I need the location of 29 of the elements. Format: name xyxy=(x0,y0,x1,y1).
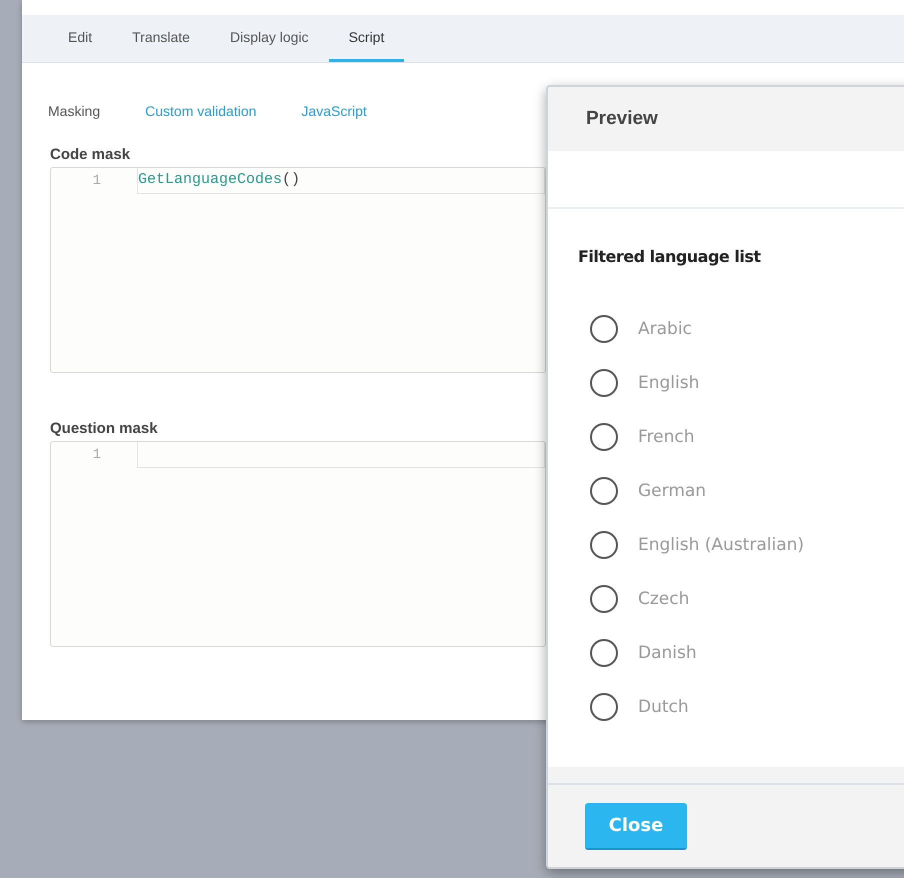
code-editor[interactable]: 1 GetLanguageCodes() xyxy=(50,167,546,373)
radio-button[interactable] xyxy=(590,369,618,397)
tab[interactable]: Display logic xyxy=(210,15,329,62)
radio-button[interactable] xyxy=(590,585,618,613)
subtab-link[interactable]: Masking xyxy=(42,103,106,119)
code-line: GetLanguageCodes() xyxy=(137,168,545,194)
line-number: 1 xyxy=(92,172,102,191)
option-label: English xyxy=(638,373,700,393)
radio-button[interactable] xyxy=(590,477,618,505)
tab[interactable]: Edit xyxy=(48,15,112,62)
field-label: Question mask xyxy=(50,419,158,439)
radio-button[interactable] xyxy=(590,423,618,451)
option-label: English (Australian) xyxy=(638,535,804,555)
option-label: Danish xyxy=(638,643,697,663)
option-label: Dutch xyxy=(638,697,689,717)
option-label: French xyxy=(638,427,695,447)
option-label: Arabic xyxy=(638,319,692,339)
radio-button[interactable] xyxy=(590,693,618,721)
option-label: Czech xyxy=(638,589,690,609)
tab[interactable]: Script xyxy=(328,15,404,62)
line-number: 1 xyxy=(92,446,102,465)
radio-button[interactable] xyxy=(590,639,618,667)
dialog-title: Preview xyxy=(586,108,658,130)
radio-button[interactable] xyxy=(590,315,618,343)
radio-button[interactable] xyxy=(590,531,618,559)
tab[interactable]: Translate xyxy=(112,15,210,62)
field-label: Code mask xyxy=(50,145,130,165)
option-label: German xyxy=(638,481,706,501)
question-title: Filtered language list xyxy=(578,247,762,266)
